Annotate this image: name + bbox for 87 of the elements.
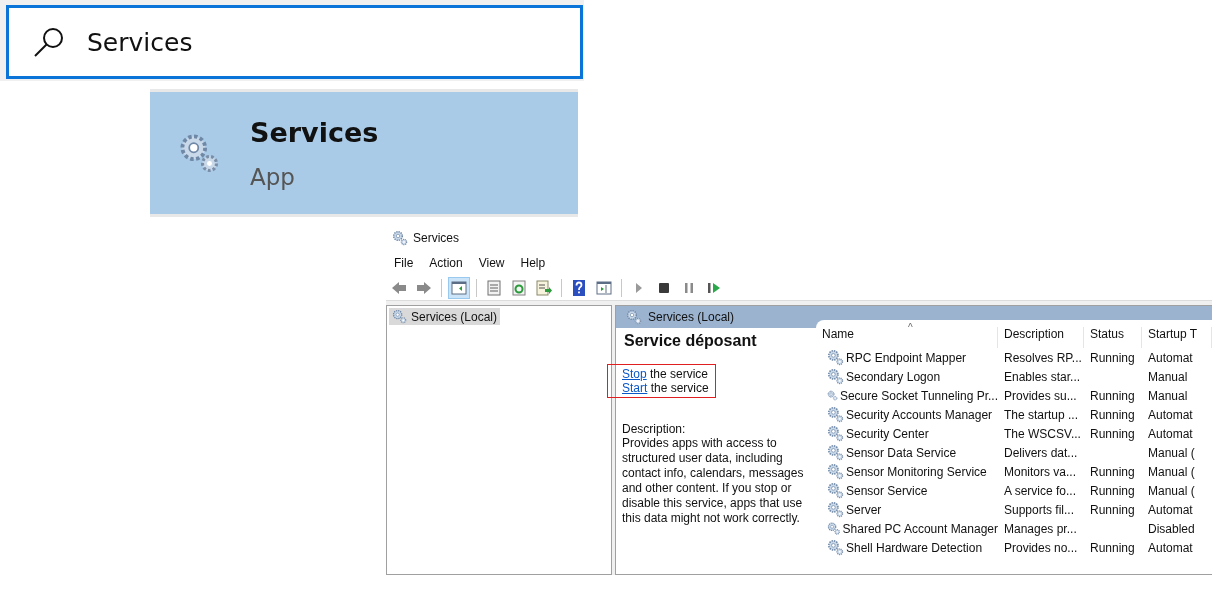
table-cell-text: Running	[1089, 464, 1136, 479]
result-title: Services	[250, 116, 379, 148]
table-cell-text: Automat	[1147, 350, 1194, 365]
table-cell-text: Manual (	[1147, 483, 1196, 498]
service-name: Sensor Service	[846, 483, 928, 498]
table-cell-text: Manual	[1147, 388, 1189, 403]
table-cell-text: Automat	[1147, 540, 1194, 555]
refresh-icon	[510, 279, 528, 297]
table-cell-text: Running	[1089, 540, 1136, 555]
table-cell-text: Manages pr...	[1003, 521, 1078, 536]
menu-item[interactable]: File	[394, 256, 414, 270]
back-arrow-icon	[390, 279, 408, 297]
table-cell-text: A service fo...	[1003, 483, 1078, 498]
toolbar-button[interactable]	[448, 277, 470, 299]
column-header[interactable]: Name	[816, 327, 998, 348]
gear-icon	[827, 444, 844, 461]
column-header[interactable]: Description	[998, 327, 1084, 348]
table-cell-text: Manual (	[1147, 445, 1196, 460]
table-cell-text: Enables star...	[1003, 369, 1082, 384]
description-text: Provides apps with access to structured user data, including contact info, calendars, messages and other content. If you stop or disable this service, apps that use this data might not work correctly.	[622, 436, 805, 526]
table-cell-text: The startup ...	[1003, 407, 1080, 422]
table-cell-text: Delivers dat...	[1003, 445, 1079, 460]
service-name: Security Center	[846, 426, 929, 441]
service-name: Sensor Data Service	[846, 445, 957, 460]
table-cell-text: Manual (	[1147, 464, 1196, 479]
action-link[interactable]: Stop	[622, 367, 647, 381]
table-cell-text: Automat	[1147, 426, 1194, 441]
table-cell-text: Running	[1089, 483, 1136, 498]
service-name: Secure Socket Tunneling Pr...	[839, 388, 998, 403]
column-header[interactable]: Status	[1084, 327, 1142, 348]
table-cell-text: Disabled	[1147, 521, 1196, 536]
gear-icon	[827, 501, 844, 518]
search-result[interactable]: Services App	[150, 89, 578, 217]
service-name: Shell Hardware Detection	[846, 540, 983, 555]
gear-icon	[827, 368, 844, 385]
description-label: Description:	[622, 422, 687, 436]
gear-icon	[827, 425, 844, 442]
help-icon	[570, 279, 588, 297]
action-pane-icon	[595, 279, 613, 297]
action-link[interactable]: Start	[622, 381, 648, 395]
gear-icon	[626, 309, 642, 325]
table-cell-text: Running	[1089, 502, 1136, 517]
properties-icon	[485, 279, 503, 297]
table-cell-text: Automat	[1147, 502, 1194, 517]
menu-item[interactable]: Help	[520, 256, 546, 270]
table-cell-text: Resolves RP...	[1003, 350, 1083, 365]
service-name: Sensor Monitoring Service	[846, 464, 987, 479]
table-cell-text: Monitors va...	[1003, 464, 1078, 479]
gear-icon	[392, 309, 407, 324]
table-cell-text: Automat	[1147, 407, 1194, 422]
service-name: Secondary Logon	[846, 369, 941, 384]
pane-title: Services (Local)	[648, 310, 735, 324]
menu-item[interactable]: View	[478, 256, 505, 270]
service-name: RPC Endpoint Mapper	[846, 350, 967, 365]
table-cell-text: Running	[1089, 426, 1136, 441]
gear-icon	[827, 520, 841, 537]
search-icon	[32, 25, 66, 59]
gear-icon	[827, 349, 844, 366]
menu-item[interactable]: Action	[429, 256, 463, 270]
search-field[interactable]: Services	[6, 5, 583, 79]
service-action: Stop the service	[622, 367, 709, 381]
gear-icon	[827, 482, 844, 499]
service-name: Server	[846, 502, 882, 517]
gear-icon	[827, 406, 844, 423]
table-cell-text: Running	[1089, 350, 1136, 365]
service-action: Start the service	[622, 381, 709, 395]
table-cell-text: Provides su...	[1003, 388, 1078, 403]
export-list-icon	[535, 279, 553, 297]
gear-icon	[827, 463, 844, 480]
window-title: Services	[413, 231, 459, 245]
forward-arrow-icon	[415, 279, 433, 297]
service-name: Security Accounts Manager	[846, 407, 993, 422]
column-header[interactable]: Startup T	[1142, 327, 1212, 348]
app-icon	[392, 230, 408, 246]
table-cell-text: The WSCSV...	[1003, 426, 1082, 441]
table-cell-text: Supports fil...	[1003, 502, 1076, 517]
gear-icon	[827, 539, 844, 556]
service-title: Service déposant	[624, 332, 758, 350]
table-cell-text: Running	[1089, 388, 1136, 403]
tree-item[interactable]: Services (Local)	[389, 308, 501, 325]
table-cell-text: Provides no...	[1003, 540, 1079, 555]
result-type: App	[250, 163, 296, 190]
table-cell-text: Manual	[1147, 369, 1189, 384]
console-tree-icon	[450, 279, 468, 297]
table-cell-text: Running	[1089, 407, 1136, 422]
service-name: Shared PC Account Manager	[842, 521, 998, 536]
gears-icon	[178, 132, 220, 174]
